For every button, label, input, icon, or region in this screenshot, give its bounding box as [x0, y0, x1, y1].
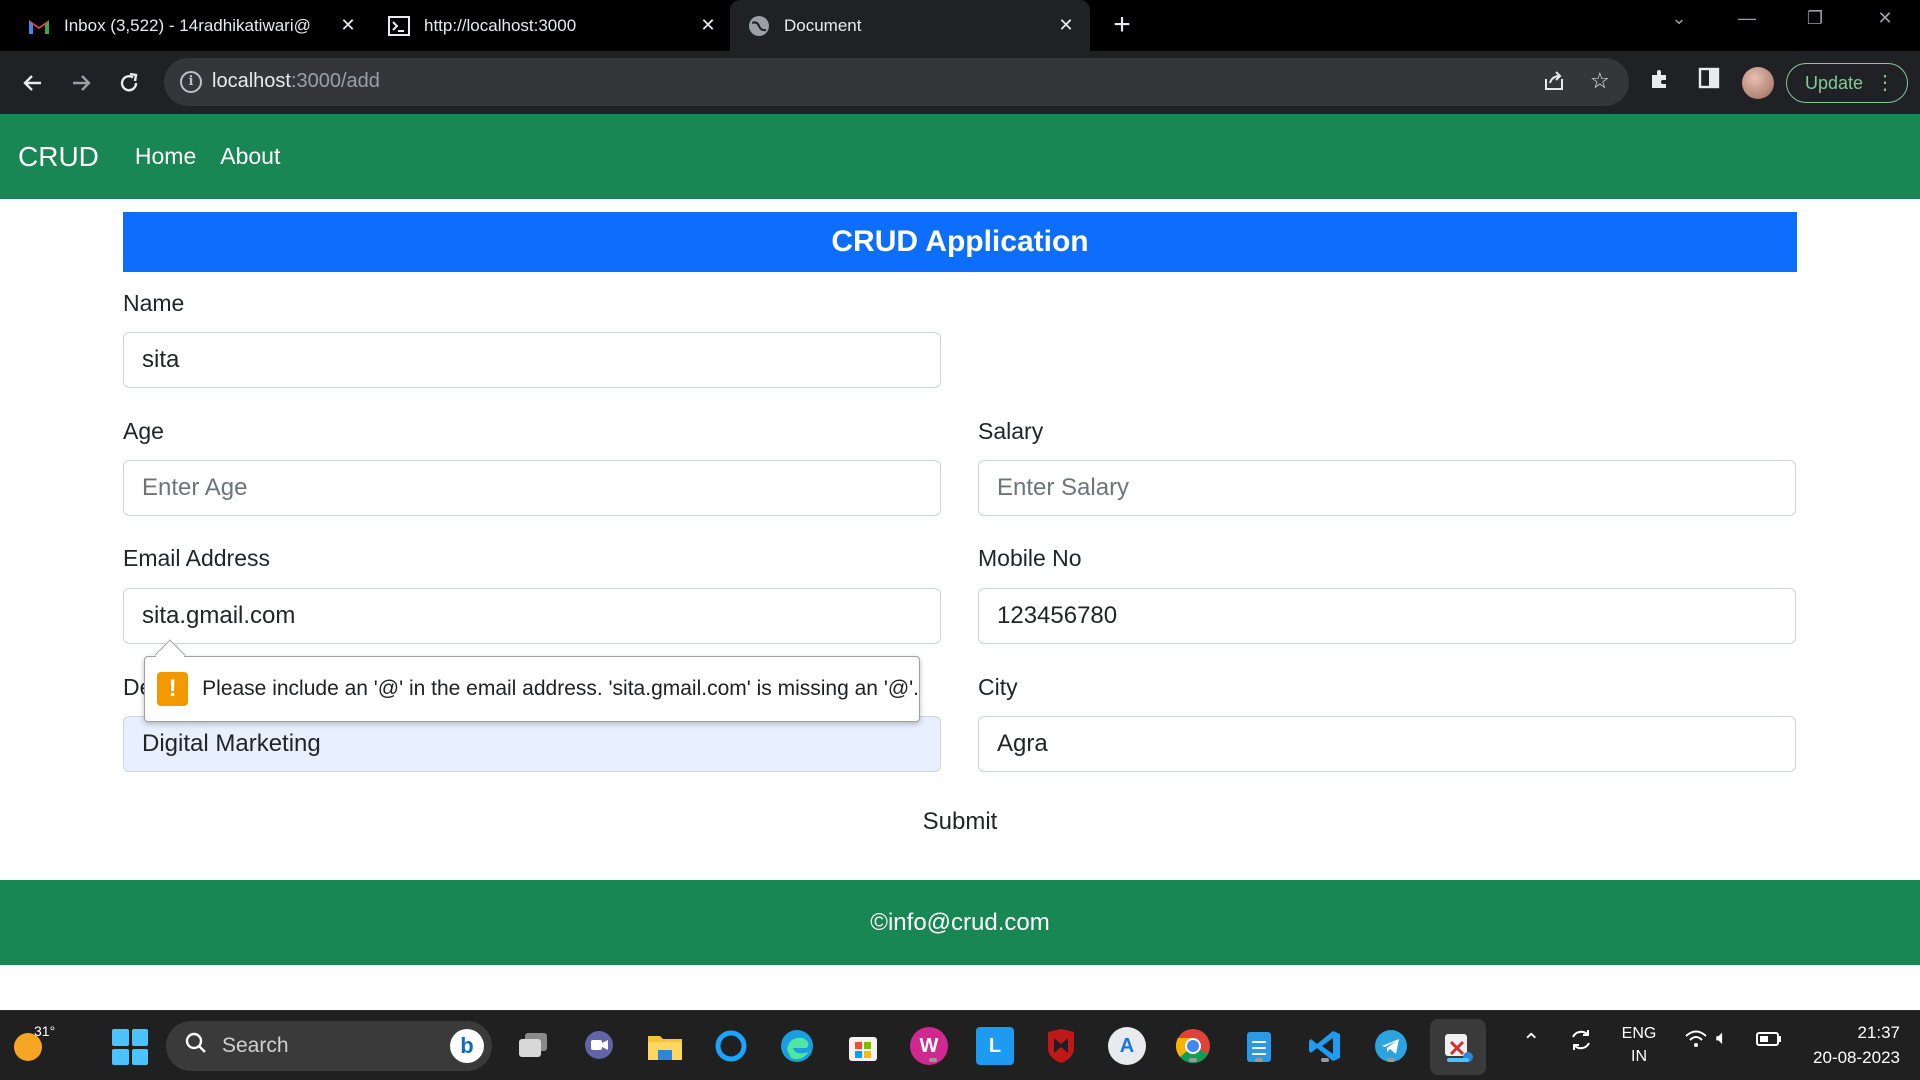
clock-time: 21:37	[1857, 1023, 1900, 1042]
system-clock[interactable]: 21:37 20-08-2023	[1800, 1020, 1900, 1070]
sync-icon[interactable]	[1568, 1027, 1594, 1058]
site-info-icon[interactable]: i	[180, 71, 202, 93]
tab-search-icon[interactable]: ⌄	[1664, 8, 1694, 29]
volume-muted-icon[interactable]: 🔈︎	[1716, 1027, 1728, 1050]
share-icon[interactable]	[1542, 69, 1566, 99]
weather-temp: 31°	[34, 1023, 56, 1039]
android-studio-icon[interactable]: A	[1108, 1027, 1146, 1065]
edge-icon[interactable]	[778, 1027, 816, 1065]
age-input[interactable]: Enter Age	[123, 460, 941, 516]
extensions-icon[interactable]	[1648, 67, 1672, 98]
page-title: CRUD Application	[123, 212, 1797, 272]
search-placeholder: Search	[222, 1034, 289, 1057]
profile-avatar[interactable]	[1742, 67, 1774, 99]
designation-input[interactable]: Digital Marketing	[123, 716, 941, 772]
running-indicator	[1387, 1058, 1395, 1062]
tooltip-arrow	[154, 639, 186, 671]
nav-home[interactable]: Home	[135, 143, 196, 170]
teams-chat-icon[interactable]	[580, 1027, 618, 1065]
new-tab-button[interactable]: +	[1108, 10, 1136, 40]
menu-dots-icon[interactable]: ⋮	[1875, 70, 1895, 95]
tab-localhost[interactable]: http://localhost:3000 ✕	[388, 0, 720, 51]
language-code: ENG	[1621, 1025, 1657, 1042]
tab-title: Inbox (3,522) - 14radhikatiwari@	[64, 15, 311, 35]
close-window-icon[interactable]: ✕	[1870, 8, 1900, 29]
restore-icon[interactable]: ❐	[1800, 8, 1830, 29]
running-indicator	[1189, 1058, 1197, 1062]
taskbar-search[interactable]: Search b	[166, 1021, 492, 1071]
browser-tab-strip: Inbox (3,522) - 14radhikatiwari@ ✕ http:…	[0, 0, 1920, 51]
salary-label: Salary	[978, 418, 1044, 444]
store-icon[interactable]	[844, 1027, 882, 1065]
email-label: Email Address	[123, 545, 271, 571]
battery-icon[interactable]	[1756, 1031, 1782, 1052]
running-indicator	[1321, 1058, 1329, 1062]
name-label: Name	[123, 290, 185, 316]
mobile-input[interactable]: 123456780	[978, 588, 1796, 644]
url-path: :3000/add	[290, 70, 380, 92]
email-input[interactable]: sita.gmail.com	[123, 588, 941, 644]
mobile-label: Mobile No	[978, 545, 1082, 571]
running-indicator	[1255, 1058, 1263, 1062]
address-bar[interactable]: i localhost:3000/add ☆	[164, 58, 1629, 106]
side-panel-icon[interactable]	[1698, 67, 1720, 96]
submit-button[interactable]: Submit	[910, 808, 1010, 836]
cortana-icon[interactable]	[712, 1027, 750, 1065]
tab-gmail[interactable]: Inbox (3,522) - 14radhikatiwari@ ✕	[28, 0, 360, 51]
salary-input[interactable]: Enter Salary	[978, 460, 1796, 516]
age-label: Age	[123, 418, 164, 444]
region-code: IN	[1631, 1048, 1647, 1065]
url-host: localhost	[212, 70, 291, 92]
city-input[interactable]: Agra	[978, 716, 1796, 772]
forward-icon[interactable]	[64, 66, 98, 100]
snipping-tool-icon[interactable]	[1430, 1019, 1486, 1075]
globe-icon	[748, 15, 770, 37]
wifi-icon[interactable]	[1684, 1029, 1708, 1054]
running-indicator-active	[1447, 1058, 1469, 1062]
clock-date: 20-08-2023	[1813, 1048, 1900, 1067]
weather-widget[interactable]: 31°	[12, 1023, 56, 1067]
update-label: Update	[1805, 72, 1864, 93]
mcafee-icon[interactable]	[1042, 1027, 1080, 1065]
update-button[interactable]: Update ⋮	[1786, 63, 1908, 103]
nav-about[interactable]: About	[220, 143, 280, 170]
browser-toolbar: i localhost:3000/add ☆ Update ⋮	[0, 51, 1920, 114]
tab-document[interactable]: Document ✕	[730, 0, 1090, 51]
url-text[interactable]: localhost:3000/add	[212, 70, 380, 93]
show-hidden-icons[interactable]: ⌃	[1522, 1029, 1540, 1055]
l-app-icon[interactable]: L	[976, 1027, 1014, 1065]
reload-icon[interactable]	[112, 66, 146, 100]
start-icon[interactable]	[112, 1029, 148, 1065]
task-view-icon[interactable]	[514, 1027, 552, 1065]
close-tab-icon[interactable]: ✕	[696, 14, 720, 38]
warning-icon: !	[157, 672, 189, 706]
name-input[interactable]: sita	[123, 332, 941, 388]
terminal-icon	[388, 15, 410, 37]
minimize-icon[interactable]: —	[1732, 8, 1762, 29]
app-navbar: CRUD Home About	[0, 114, 1920, 199]
language-indicator[interactable]: ENG IN	[1616, 1022, 1662, 1068]
page-footer: ©info@crud.com	[0, 880, 1920, 965]
close-tab-icon[interactable]: ✕	[1054, 14, 1078, 38]
tab-title: http://localhost:3000	[424, 15, 577, 35]
bookmark-star-icon[interactable]: ☆	[1590, 68, 1610, 94]
close-tab-icon[interactable]: ✕	[336, 14, 360, 38]
city-label: City	[978, 674, 1018, 700]
tab-title: Document	[784, 15, 862, 35]
gmail-icon	[28, 15, 50, 37]
file-explorer-icon[interactable]	[646, 1027, 684, 1065]
search-icon	[184, 1031, 208, 1062]
brand-link[interactable]: CRUD	[18, 141, 99, 173]
validation-message: Please include an '@' in the email addre…	[202, 677, 919, 700]
back-icon[interactable]	[16, 66, 50, 100]
running-indicator	[929, 1058, 937, 1062]
bing-icon[interactable]: b	[450, 1029, 484, 1063]
validation-tooltip: ! Please include an '@' in the email add…	[144, 639, 920, 722]
